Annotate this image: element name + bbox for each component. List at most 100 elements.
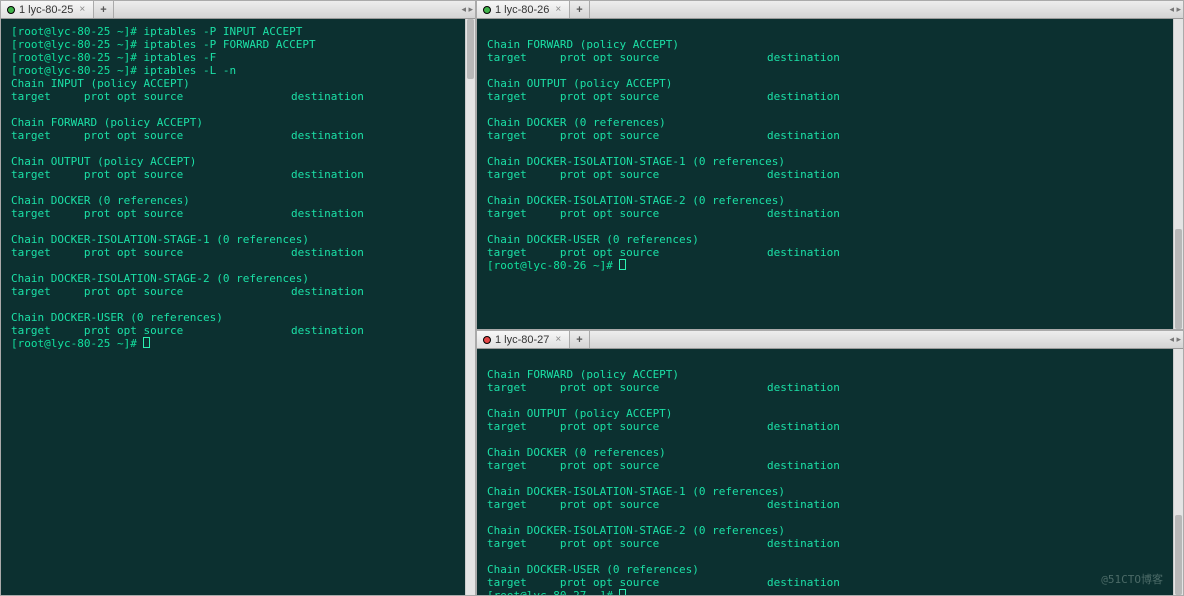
add-tab-button[interactable]: + — [94, 1, 113, 18]
terminal-line: Chain DOCKER-ISOLATION-STAGE-2 (0 refere… — [487, 524, 1173, 537]
terminal-line: Chain INPUT (policy ACCEPT) — [11, 77, 465, 90]
tab-label: 1 lyc-80-26 — [495, 4, 549, 16]
tab-nav-arrows[interactable]: ◂ ▸ — [461, 1, 473, 18]
terminal-line: target prot opt sourcedestination — [487, 420, 1173, 433]
terminal-line — [11, 259, 465, 272]
terminal-body-left[interactable]: [root@lyc-80-25 ~]# iptables -P INPUT AC… — [1, 19, 475, 595]
terminal-line: target prot opt sourcedestination — [487, 246, 1173, 259]
scroll-thumb[interactable] — [467, 19, 474, 79]
scroll-thumb[interactable] — [1175, 229, 1182, 329]
terminal-line — [11, 181, 465, 194]
watermark: @51CTO博客 — [1101, 571, 1163, 587]
tab-nav-arrows[interactable]: ◂ ▸ — [1169, 331, 1181, 348]
scrollbar-top-right[interactable] — [1173, 19, 1183, 329]
terminal-line: Chain DOCKER-ISOLATION-STAGE-1 (0 refere… — [487, 155, 1173, 168]
terminal-line: Chain FORWARD (policy ACCEPT) — [487, 38, 1173, 51]
terminal-line: target prot opt sourcedestination — [487, 498, 1173, 511]
terminal-line: Chain DOCKER-ISOLATION-STAGE-2 (0 refere… — [11, 272, 465, 285]
terminal-line: Chain FORWARD (policy ACCEPT) — [11, 116, 465, 129]
close-icon[interactable]: × — [555, 335, 561, 345]
terminal-line: [root@lyc-80-25 ~]# — [11, 337, 465, 350]
terminal-line: target prot opt sourcedestination — [11, 285, 465, 298]
terminal-line: Chain DOCKER-ISOLATION-STAGE-1 (0 refere… — [487, 485, 1173, 498]
tabbar-top-right: 1 lyc-80-26 × + ◂ ▸ — [477, 1, 1183, 19]
terminal-line: target prot opt sourcedestination — [487, 459, 1173, 472]
terminal-line: [root@lyc-80-26 ~]# — [487, 259, 1173, 272]
scrollbar-left[interactable] — [465, 19, 475, 595]
terminal-line: target prot opt sourcedestination — [11, 246, 465, 259]
terminal-line: Chain DOCKER (0 references) — [487, 116, 1173, 129]
terminal-line: [root@lyc-80-27 ~]# — [487, 589, 1173, 595]
terminal-line — [487, 25, 1173, 38]
terminal-line: Chain OUTPUT (policy ACCEPT) — [487, 407, 1173, 420]
terminal-line — [487, 394, 1173, 407]
tab-label: 1 lyc-80-27 — [495, 334, 549, 346]
add-tab-button[interactable]: + — [570, 1, 589, 18]
terminal-line — [487, 181, 1173, 194]
terminal-line — [487, 355, 1173, 368]
terminal-line: Chain DOCKER-ISOLATION-STAGE-2 (0 refere… — [487, 194, 1173, 207]
terminal-line — [487, 142, 1173, 155]
status-dot-icon — [483, 336, 491, 344]
scroll-thumb[interactable] — [1175, 515, 1182, 595]
status-dot-icon — [7, 6, 15, 14]
terminal-pane-top-right: 1 lyc-80-26 × + ◂ ▸ Chain FORWARD (polic… — [476, 0, 1184, 330]
terminal-line: target prot opt sourcedestination — [11, 168, 465, 181]
terminal-line — [487, 64, 1173, 77]
terminal-line — [11, 220, 465, 233]
terminal-line — [487, 220, 1173, 233]
close-icon[interactable]: × — [555, 5, 561, 15]
terminal-line: target prot opt sourcedestination — [11, 324, 465, 337]
terminal-line: Chain OUTPUT (policy ACCEPT) — [487, 77, 1173, 90]
terminal-line: Chain DOCKER-USER (0 references) — [487, 563, 1173, 576]
terminal-line: Chain FORWARD (policy ACCEPT) — [487, 368, 1173, 381]
terminal-line: target prot opt sourcedestination — [11, 129, 465, 142]
terminal-line: target prot opt sourcedestination — [487, 576, 1173, 589]
terminal-line — [487, 472, 1173, 485]
terminal-line: target prot opt sourcedestination — [487, 90, 1173, 103]
terminal-line: target prot opt sourcedestination — [487, 537, 1173, 550]
status-dot-icon — [483, 6, 491, 14]
terminal-pane-bottom-right: 1 lyc-80-27 × + ◂ ▸ Chain FORWARD (polic… — [476, 330, 1184, 596]
tab-nav-arrows[interactable]: ◂ ▸ — [1169, 1, 1181, 18]
terminal-line: Chain OUTPUT (policy ACCEPT) — [11, 155, 465, 168]
terminal-line: [root@lyc-80-25 ~]# iptables -L -n — [11, 64, 465, 77]
tab-label: 1 lyc-80-25 — [19, 4, 73, 16]
terminal-line: Chain DOCKER (0 references) — [11, 194, 465, 207]
terminal-line: target prot opt sourcedestination — [487, 168, 1173, 181]
terminal-line: Chain DOCKER-ISOLATION-STAGE-1 (0 refere… — [11, 233, 465, 246]
close-icon[interactable]: × — [79, 5, 85, 15]
terminal-line: Chain DOCKER-USER (0 references) — [11, 311, 465, 324]
tabbar-bottom-right: 1 lyc-80-27 × + ◂ ▸ — [477, 331, 1183, 349]
terminal-line: [root@lyc-80-25 ~]# iptables -P INPUT AC… — [11, 25, 465, 38]
cursor-icon — [619, 589, 626, 595]
terminal-line: Chain DOCKER-USER (0 references) — [487, 233, 1173, 246]
cursor-icon — [619, 259, 626, 270]
terminal-line: Chain DOCKER (0 references) — [487, 446, 1173, 459]
terminal-line — [11, 298, 465, 311]
terminal-line: [root@lyc-80-25 ~]# iptables -F — [11, 51, 465, 64]
terminal-line: target prot opt sourcedestination — [487, 207, 1173, 220]
terminal-line: target prot opt sourcedestination — [487, 381, 1173, 394]
terminal-line: target prot opt sourcedestination — [487, 129, 1173, 142]
terminal-line — [487, 103, 1173, 116]
terminal-line — [11, 142, 465, 155]
terminal-line — [487, 550, 1173, 563]
terminal-pane-left: 1 lyc-80-25 × + ◂ ▸ [root@lyc-80-25 ~]# … — [0, 0, 476, 596]
terminal-line: [root@lyc-80-25 ~]# iptables -P FORWARD … — [11, 38, 465, 51]
tabbar-left: 1 lyc-80-25 × + ◂ ▸ — [1, 1, 475, 19]
terminal-line — [487, 433, 1173, 446]
terminal-line — [487, 511, 1173, 524]
scrollbar-bottom-right[interactable] — [1173, 349, 1183, 595]
tab-lyc-80-27[interactable]: 1 lyc-80-27 × — [477, 331, 570, 348]
terminal-line — [11, 103, 465, 116]
tab-lyc-80-25[interactable]: 1 lyc-80-25 × — [1, 1, 94, 18]
terminal-line: target prot opt sourcedestination — [11, 207, 465, 220]
add-tab-button[interactable]: + — [570, 331, 589, 348]
terminal-line: target prot opt sourcedestination — [11, 90, 465, 103]
terminal-body-top-right[interactable]: Chain FORWARD (policy ACCEPT)target prot… — [477, 19, 1183, 329]
cursor-icon — [143, 337, 150, 348]
tab-lyc-80-26[interactable]: 1 lyc-80-26 × — [477, 1, 570, 18]
terminal-line: target prot opt sourcedestination — [487, 51, 1173, 64]
terminal-body-bottom-right[interactable]: Chain FORWARD (policy ACCEPT)target prot… — [477, 349, 1183, 595]
